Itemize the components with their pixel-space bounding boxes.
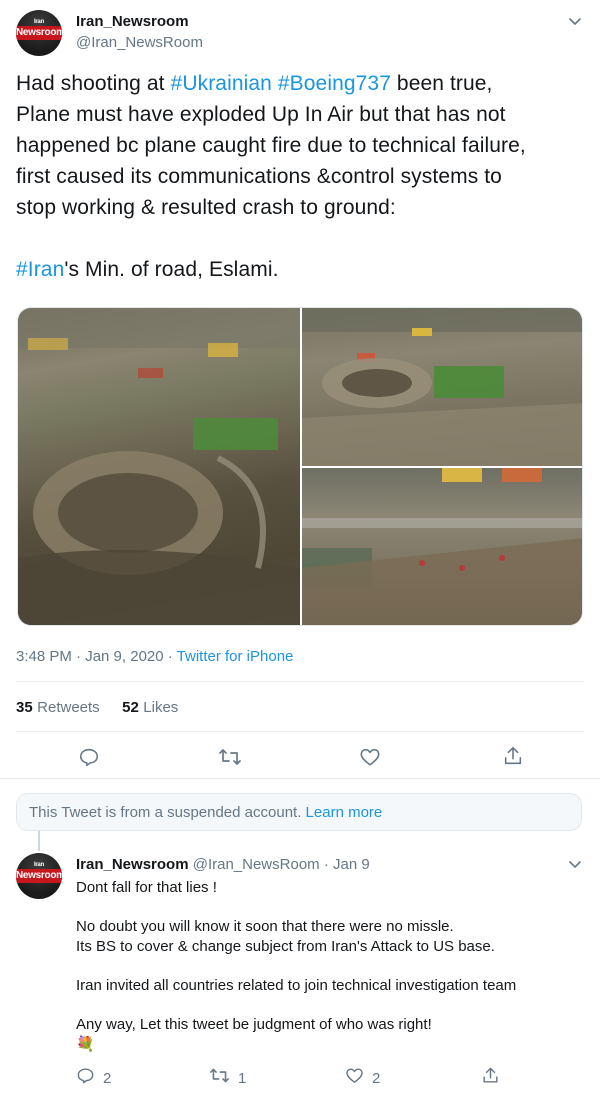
reply-header: Iran_Newsroom @Iran_NewsRoom · Jan 9 — [76, 856, 370, 873]
chevron-down-icon[interactable] — [568, 14, 582, 33]
author-handle[interactable]: @Iran_NewsRoom — [76, 34, 203, 51]
tweet-text: Had shooting at #Ukrainian #Boeing737 be… — [16, 68, 586, 285]
avatar[interactable]: Iran Newsroom — [16, 10, 62, 56]
section-separator — [0, 778, 600, 779]
author-name[interactable]: Iran_Newsroom — [76, 13, 189, 30]
hashtag-iran[interactable]: #Iran — [16, 258, 64, 281]
retweets-stat[interactable]: 35 Retweets — [16, 699, 104, 716]
reply-actions: 2 1 2 — [76, 1066, 586, 1088]
hashtag-boeing737[interactable]: #Boeing737 — [278, 72, 391, 95]
retweet-icon[interactable] — [209, 1066, 230, 1090]
reply-line: Its BS to cover & change subject from Ir… — [76, 937, 495, 955]
tweet-line: first caused its communications &control… — [16, 165, 502, 188]
reply-reply-action[interactable]: 2 — [76, 1066, 111, 1090]
crash-site-photo-2[interactable] — [302, 308, 582, 466]
divider — [16, 731, 584, 732]
reply-icon[interactable] — [76, 1066, 95, 1090]
reply-retweet-action[interactable]: 1 — [209, 1066, 246, 1090]
suspended-account-notice: This Tweet is from a suspended account. … — [16, 793, 582, 831]
source-link[interactable]: Twitter for iPhone — [177, 648, 294, 665]
reply-author-name[interactable]: Iran_Newsroom — [76, 856, 189, 873]
reply-date[interactable]: Jan 9 — [333, 856, 370, 873]
bouquet-emoji: 💐 — [76, 1036, 95, 1053]
stats-row: 35 Retweets 52 Likes — [16, 699, 178, 717]
tweet-line: Had shooting at #Ukrainian #Boeing737 be… — [16, 72, 493, 95]
share-icon[interactable] — [502, 745, 524, 767]
reply-text: Dont fall for that lies ! No doubt you w… — [76, 878, 581, 1056]
divider — [16, 681, 584, 682]
newsroom-logo: Iran Newsroom — [16, 19, 62, 40]
tweet-line: stop working & resulted crash to ground: — [16, 196, 396, 219]
hashtag-ukrainian[interactable]: #Ukrainian — [171, 72, 272, 95]
like-icon[interactable] — [345, 1066, 364, 1090]
reply-line: No doubt you will know it soon that ther… — [76, 918, 454, 935]
thread-line — [38, 831, 40, 851]
likes-stat[interactable]: 52 Likes — [122, 699, 178, 716]
newsroom-logo: Iran Newsroom — [16, 862, 62, 883]
chevron-down-icon[interactable] — [568, 857, 582, 876]
learn-more-link[interactable]: Learn more — [306, 804, 383, 821]
reply-like-action[interactable]: 2 — [345, 1066, 380, 1090]
tweet-line: Plane must have exploded Up In Air but t… — [16, 103, 506, 126]
tweet-line: #Iran's Min. of road, Eslami. — [16, 258, 279, 281]
retweet-icon[interactable] — [218, 746, 242, 768]
photo-grid — [17, 307, 583, 626]
like-icon[interactable] — [359, 746, 381, 768]
reply-line: Dont fall for that lies ! — [76, 879, 217, 896]
crash-site-photo-3[interactable] — [302, 468, 582, 625]
reply-icon[interactable] — [78, 746, 100, 768]
reply-author-handle[interactable]: @Iran_NewsRoom — [193, 856, 320, 873]
tweet-line: happened bc plane caught fire due to tec… — [16, 134, 526, 157]
timestamp: 3:48 PM · Jan 9, 2020 · Twitter for iPho… — [16, 648, 294, 665]
reply-line: Any way, Let this tweet be judgment of w… — [76, 1015, 432, 1033]
crash-site-photo-1[interactable] — [18, 308, 300, 625]
share-icon[interactable] — [481, 1066, 500, 1090]
reply-avatar[interactable]: Iran Newsroom — [16, 853, 62, 899]
reply-line: Iran invited all countries related to jo… — [76, 976, 517, 994]
